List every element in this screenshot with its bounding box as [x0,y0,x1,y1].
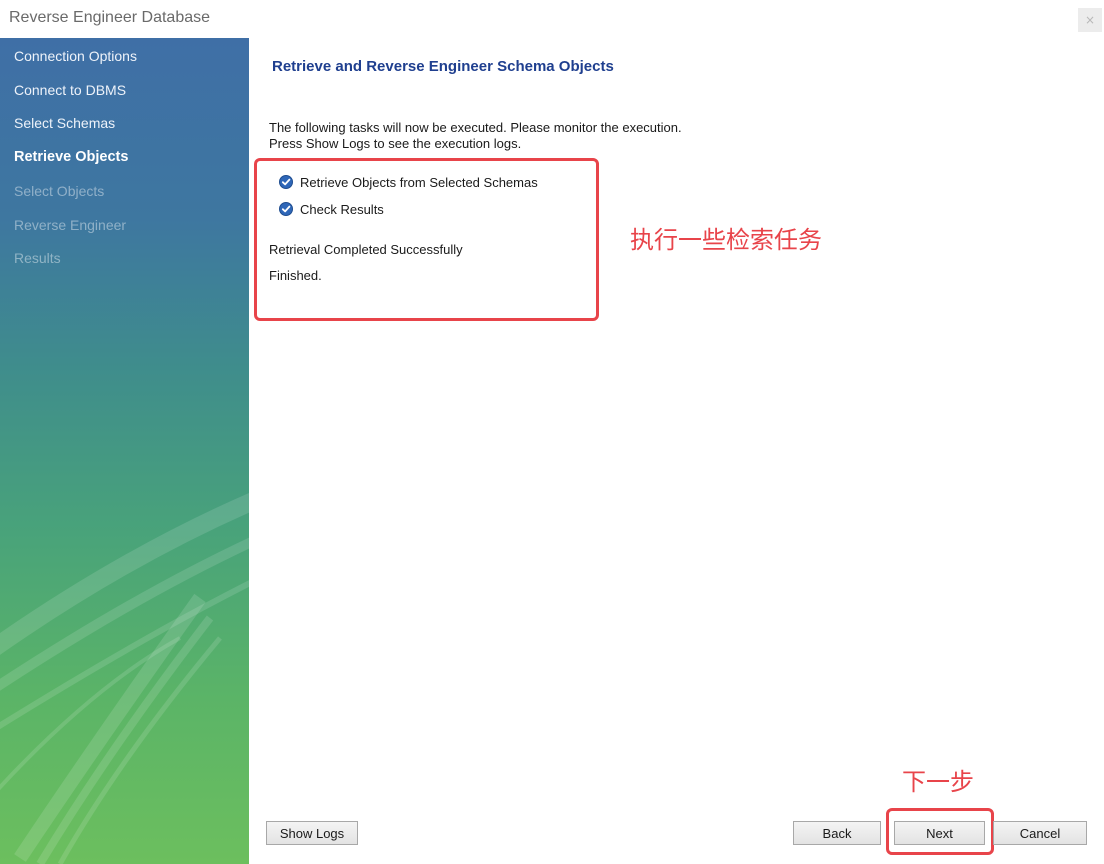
sidebar-item-connect-to-dbms: Connect to DBMS [14,82,127,98]
page-title: Retrieve and Reverse Engineer Schema Obj… [272,58,614,75]
close-icon: × [1084,13,1096,27]
window-title: Reverse Engineer Database [9,9,211,26]
sidebar-item-reverse-engineer: Reverse Engineer [14,217,127,233]
description-line-1: The following tasks will now be executed… [269,120,682,135]
sidebar-item-select-objects: Select Objects [14,183,105,199]
tasks-highlight-box [254,158,599,321]
sidebar-item-retrieve-objects: Retrieve Objects [14,149,129,165]
tasks-annotation: 执行一些检索任务 [630,226,822,254]
cancel-button[interactable]: Cancel [993,821,1087,845]
next-annotation: 下一步 [902,768,974,796]
description-line-2: Press Show Logs to see the execution log… [269,136,522,151]
sidebar-item-select-schemas: Select Schemas [14,115,116,131]
wizard-steps-sidebar: Connection Options Connect to DBMS Selec… [0,38,249,864]
next-button[interactable]: Next [894,821,985,845]
sidebar-item-connection-options: Connection Options [14,48,137,64]
close-button[interactable]: × [1078,8,1102,32]
back-button[interactable]: Back [793,821,881,845]
sidebar-item-results: Results [14,250,61,266]
title-bar: Reverse Engineer Database × [0,0,1104,38]
show-logs-button[interactable]: Show Logs [266,821,358,845]
